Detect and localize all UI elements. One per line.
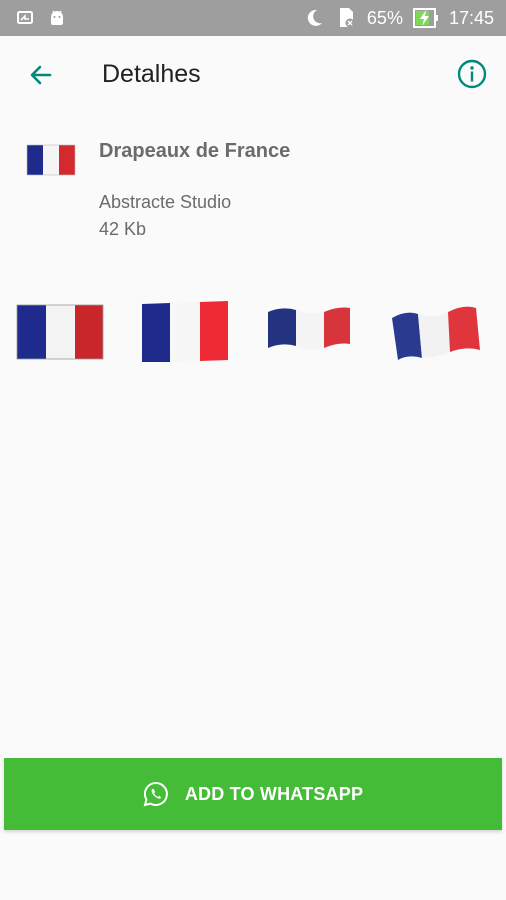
status-left-icons — [16, 9, 66, 27]
sticker-grid — [0, 290, 506, 376]
battery-charging-icon — [412, 8, 438, 28]
flag-sticker-4[interactable] — [388, 300, 484, 366]
app-bar: Detalhes — [0, 36, 506, 114]
status-bar: 65% 17:45 — [0, 0, 506, 36]
whatsapp-icon — [143, 781, 168, 807]
android-icon — [51, 10, 63, 25]
page-title: Detalhes — [102, 60, 201, 88]
add-to-whatsapp-label: ADD TO WHATSAPP — [184, 783, 364, 804]
flag-sticker-2[interactable] — [140, 300, 230, 364]
back-arrow-icon[interactable] — [24, 58, 58, 92]
moon-icon — [307, 9, 322, 26]
pack-size: 42 Kb — [99, 219, 147, 239]
status-right: 65% 17:45 — [303, 6, 494, 30]
screencast-icon — [17, 11, 33, 24]
tray-icon-flag — [26, 144, 76, 176]
pack-name: Drapeaux de France — [99, 140, 291, 162]
flag-sticker-1[interactable] — [16, 304, 104, 360]
flag-sticker-3[interactable] — [264, 302, 356, 364]
battery-percent: 65% — [366, 7, 403, 28]
clock: 17:45 — [448, 7, 494, 28]
info-icon[interactable] — [456, 58, 488, 90]
add-to-whatsapp-button[interactable]: ADD TO WHATSAPP — [4, 758, 502, 830]
pack-publisher: Abstracte Studio — [99, 192, 232, 212]
sd-card-icon — [339, 8, 355, 28]
